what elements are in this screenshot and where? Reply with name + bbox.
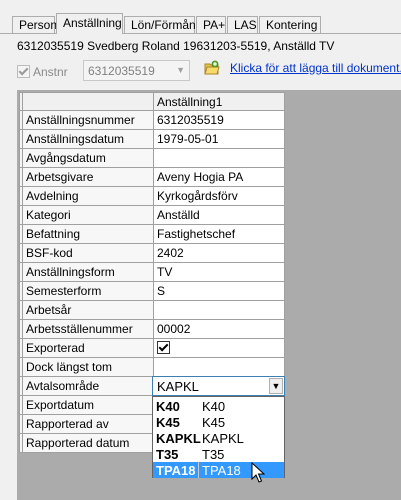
grid-corner-cell	[22, 92, 154, 111]
exporterad-checkbox[interactable]	[157, 341, 170, 355]
dropdown-option[interactable]: K45 K45	[153, 414, 284, 430]
avtalsomrade-dropdown: K40 K40 K45 K45 KAPKL KAPKL T35 T35 TPA1…	[152, 396, 285, 478]
tab-kontering[interactable]: Kontering	[259, 16, 321, 33]
anstnr-label: Anstnr	[33, 65, 68, 79]
row-label: BSF-kod	[22, 243, 154, 263]
row-label: Arbetsställenummer	[22, 319, 154, 339]
grid-header-row: Anställning1	[19, 92, 285, 111]
row-label: Avgångsdatum	[22, 148, 154, 168]
chevron-down-icon[interactable]: ▼	[269, 378, 283, 394]
employee-header: 6312035519 Svedberg Roland 19631203-5519…	[17, 39, 335, 53]
table-row[interactable]: BSF-kod 2402	[19, 243, 285, 263]
table-row[interactable]: Exporterad	[19, 338, 285, 358]
table-row[interactable]: Avgångsdatum	[19, 148, 285, 168]
row-label: Avdelning	[22, 186, 154, 206]
row-label: Arbetsgivare	[22, 167, 154, 187]
tab-las[interactable]: LAS	[227, 16, 258, 33]
row-label: Exportdatum	[22, 395, 154, 415]
row-value[interactable]	[153, 357, 285, 377]
row-label: Rapporterad datum	[22, 433, 154, 453]
row-value[interactable]: Kyrkogårdsförv	[153, 186, 285, 206]
row-value[interactable]: TV	[153, 262, 285, 282]
row-label: Exporterad	[22, 338, 154, 358]
table-row[interactable]: Kategori Anställd	[19, 205, 285, 225]
row-label: Anställningsform	[22, 262, 154, 282]
row-value[interactable]	[153, 300, 285, 320]
row-label: Dock längst tom	[22, 357, 154, 377]
row-label: Avtalsområde	[22, 376, 154, 396]
table-row[interactable]: Anställningsdatum 1979-05-01	[19, 129, 285, 149]
row-label: Semesterform	[22, 281, 154, 301]
anstnr-value: 6312035519	[88, 64, 155, 78]
table-row[interactable]: Arbetsställenummer 00002	[19, 319, 285, 339]
anstnr-select: 6312035519 ▼	[83, 60, 190, 81]
row-value[interactable]: 00002	[153, 319, 285, 339]
table-row[interactable]: Anställningsform TV	[19, 262, 285, 282]
table-row[interactable]: Arbetsgivare Aveny Hogia PA	[19, 167, 285, 187]
row-label: Anställningsnummer	[22, 110, 154, 130]
tab-lon-forman[interactable]: Lön/Förmån	[124, 16, 196, 33]
row-label: Anställningsdatum	[22, 129, 154, 149]
row-value[interactable]: 6312035519	[153, 110, 285, 130]
avtalsomrade-selected: KAPKL	[157, 379, 199, 394]
tab-person[interactable]: Person	[12, 16, 57, 33]
row-value[interactable]: 2402	[153, 243, 285, 263]
row-value[interactable]: Anställd	[153, 205, 285, 225]
mouse-cursor-icon	[251, 462, 265, 483]
table-row[interactable]: Dock längst tom	[19, 357, 285, 377]
row-value[interactable]	[153, 148, 285, 168]
row-value[interactable]: Fastighetschef	[153, 224, 285, 244]
table-row[interactable]: Befattning Fastighetschef	[19, 224, 285, 244]
dropdown-option[interactable]: T35 T35	[153, 446, 284, 462]
anstnr-checkbox	[17, 65, 30, 78]
exporterad-cell[interactable]	[153, 338, 285, 358]
tab-pa-plus[interactable]: PA+	[196, 16, 226, 33]
dropdown-option[interactable]: K40 K40	[153, 398, 284, 414]
column-header: Anställning1	[153, 92, 285, 111]
row-label: Rapporterad av	[22, 414, 154, 434]
row-label: Arbetsår	[22, 300, 154, 320]
row-value[interactable]: 1979-05-01	[153, 129, 285, 149]
chevron-down-icon: ▼	[176, 65, 185, 75]
row-value[interactable]: Aveny Hogia PA	[153, 167, 285, 187]
tab-bar: Person Anställning Lön/Förmån PA+ LAS Ko…	[0, 0, 401, 34]
row-label: Befattning	[22, 224, 154, 244]
row-value[interactable]: S	[153, 281, 285, 301]
document-folder-icon[interactable]	[204, 60, 220, 76]
table-row[interactable]: Avdelning Kyrkogårdsförv	[19, 186, 285, 206]
table-row[interactable]: Arbetsår	[19, 300, 285, 320]
row-label: Kategori	[22, 205, 154, 225]
add-document-link[interactable]: Klicka för att lägga till dokument...	[230, 61, 401, 75]
avtalsomrade-combobox[interactable]: KAPKL ▼	[152, 376, 285, 396]
tab-anstallning[interactable]: Anställning	[56, 13, 123, 34]
dropdown-option[interactable]: KAPKL KAPKL	[153, 430, 284, 446]
table-row[interactable]: Anställningsnummer 6312035519	[19, 110, 285, 130]
table-row[interactable]: Semesterform S	[19, 281, 285, 301]
